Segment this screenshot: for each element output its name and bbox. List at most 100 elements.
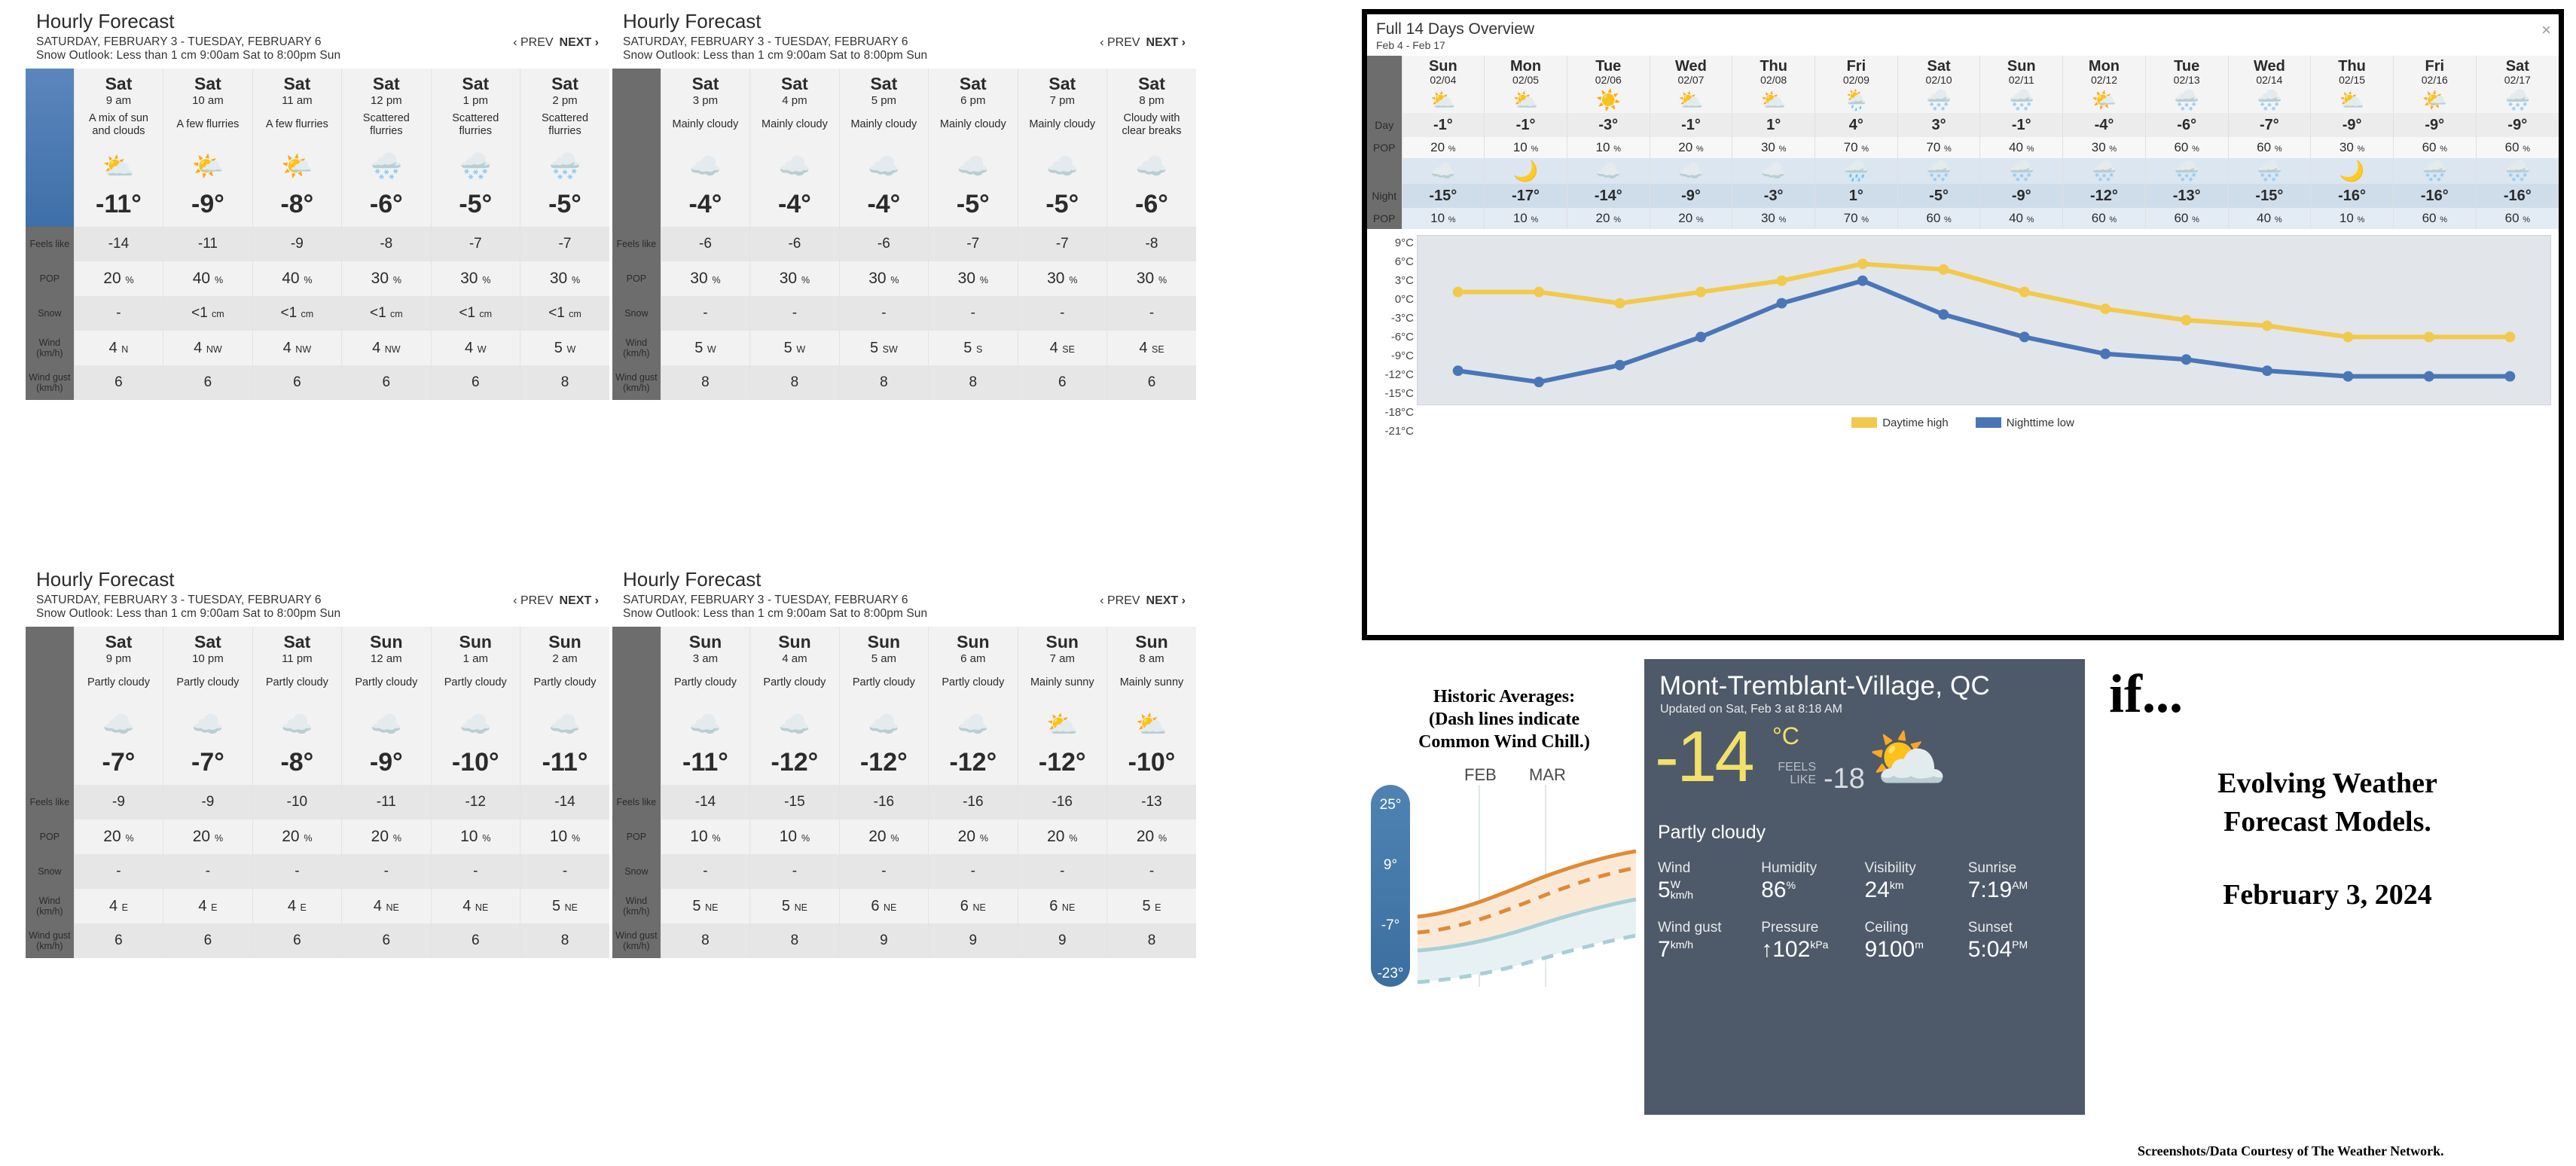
- stat-value: 7:19AM: [1967, 878, 2028, 902]
- hour-column-head[interactable]: Sat 10 pm: [163, 626, 253, 666]
- hour-wind-gust: 9: [838, 923, 929, 959]
- prev-button[interactable]: ‹ PREV: [513, 36, 553, 49]
- hour-pop: 30 %: [838, 261, 929, 297]
- chart-point: [1776, 275, 1787, 286]
- hour-column-head[interactable]: Sat 9 am: [73, 68, 163, 108]
- overview-low: -9°: [1649, 184, 1732, 208]
- hour-column-head[interactable]: Sat 11 pm: [252, 626, 342, 666]
- hour-column-head[interactable]: Sun 12 am: [341, 626, 432, 666]
- hour-snow: -: [749, 296, 840, 331]
- hour-wind-gust: 6: [73, 923, 163, 959]
- hour-temperature: -8°: [252, 748, 342, 786]
- overview-day-name[interactable]: Thu: [1732, 56, 1815, 74]
- overview-day-name[interactable]: Tue: [2144, 56, 2229, 74]
- hour-column-head[interactable]: Sun 8 am: [1106, 626, 1196, 666]
- chart-point: [1776, 298, 1787, 309]
- overview-day-name[interactable]: Wed: [1649, 56, 1732, 74]
- next-button[interactable]: NEXT ›: [1146, 36, 1186, 49]
- hourly-snow-outlook: Snow Outlook: Less than 1 cm 9:00am Sat …: [36, 48, 341, 62]
- hour-column-head[interactable]: Sun 5 am: [838, 626, 929, 666]
- overview-high: -9°: [2475, 113, 2559, 137]
- current-stats-grid: Wind 5W km/h Humidity 86% Visibility 24km Sunri…: [1644, 844, 2085, 963]
- hour-weather-icon: ☁️: [928, 701, 1018, 749]
- hour-column-head[interactable]: Sat 6 pm: [928, 68, 1018, 108]
- prev-button[interactable]: ‹ PREV: [1100, 36, 1140, 49]
- hour-column-head[interactable]: Sun 3 am: [660, 626, 750, 666]
- hour-day: Sun: [459, 631, 492, 652]
- hour-snow: -: [1106, 296, 1196, 331]
- overview-day-name[interactable]: Thu: [2310, 56, 2394, 74]
- hour-temperature: -10°: [1106, 748, 1196, 786]
- hourly-forecast-panel-3: Hourly Forecast SATURDAY, FEBRUARY 3 - TU…: [26, 561, 609, 959]
- hour-column-head[interactable]: Sat 11 am: [252, 68, 342, 108]
- hour-time: 12 pm: [370, 94, 402, 108]
- close-icon[interactable]: ×: [2541, 20, 2551, 40]
- overview-high: 3°: [1897, 113, 1980, 137]
- hour-column-head[interactable]: Sat 5 pm: [838, 68, 929, 108]
- hour-column-head[interactable]: Sun 7 am: [1017, 626, 1107, 666]
- hour-column-head[interactable]: Sat 1 pm: [430, 68, 520, 108]
- hour-column-head[interactable]: Sun 2 am: [520, 626, 609, 666]
- hour-weather-icon: ☁️: [430, 701, 520, 749]
- next-button[interactable]: NEXT ›: [560, 36, 599, 49]
- overview-day-name[interactable]: Sat: [1897, 56, 1980, 74]
- chart-point: [2262, 365, 2272, 377]
- prev-button[interactable]: ‹ PREV: [513, 594, 553, 607]
- hour-weather-icon: 🌤️: [252, 143, 342, 191]
- overview-day-name[interactable]: Sun: [1401, 56, 1485, 74]
- overview-low: -15°: [2227, 184, 2311, 208]
- overview-day-date: 02/13: [2144, 74, 2229, 87]
- overview-row-high: Day -1° -1° -3° -1° 1° 4° 3° -1° -4° -6° -7° -9° -9° -…: [1367, 113, 2559, 137]
- overview-day-icon: ☀️: [1566, 87, 1650, 113]
- next-button[interactable]: NEXT ›: [560, 594, 599, 607]
- hour-snow: -: [1017, 854, 1107, 890]
- hour-column-head[interactable]: Sat 8 pm: [1106, 68, 1196, 108]
- overview-day-name[interactable]: Sun: [1979, 56, 2063, 74]
- stat-value: ↑102kPa: [1761, 937, 1829, 962]
- hour-time: 12 am: [370, 652, 402, 666]
- hour-day: Sun: [370, 631, 403, 652]
- hour-day: Sat: [105, 631, 133, 652]
- hour-column-head[interactable]: Sun 6 am: [928, 626, 1018, 666]
- overview-day-name[interactable]: Sat: [2475, 56, 2559, 74]
- overview-day-name[interactable]: Wed: [2227, 56, 2311, 74]
- hour-column-head[interactable]: Sat 12 pm: [341, 68, 432, 108]
- hour-time: 10 am: [192, 94, 224, 108]
- hour-column-head[interactable]: Sun 4 am: [749, 626, 840, 666]
- hourly-subtitle: SATURDAY, FEBRUARY 3 - TUESDAY, FEBRUARY…: [36, 35, 322, 48]
- overview-day-name[interactable]: Fri: [2392, 56, 2477, 74]
- hour-column-head[interactable]: Sun 1 am: [430, 626, 520, 666]
- historic-averages-panel: Historic Averages: (Dash lines indicate Co…: [1365, 685, 1644, 1107]
- overview-day-name[interactable]: Mon: [2062, 56, 2146, 74]
- hour-temperature: -4°: [749, 190, 840, 227]
- hour-column-head[interactable]: Sat 2 pm: [520, 68, 609, 108]
- hour-day: Sat: [870, 73, 898, 93]
- chart-point: [1534, 377, 1545, 388]
- overview-day-name[interactable]: Tue: [1566, 56, 1650, 74]
- next-button[interactable]: NEXT ›: [1146, 594, 1186, 607]
- hour-column-head[interactable]: Sat 7 pm: [1017, 68, 1107, 108]
- chart-legend: Daytime high Nighttime low: [1367, 417, 2559, 429]
- overview-day-name[interactable]: Mon: [1484, 56, 1567, 74]
- hour-time: 11 pm: [282, 652, 313, 666]
- historic-chart: FEB MAR 25° 9° -7° -23°: [1365, 764, 1644, 990]
- table-row-condition: Mainly cloudy Mainly cloudy Mainly cloudy M…: [612, 107, 1196, 144]
- hour-column-head[interactable]: Sat 3 pm: [660, 68, 750, 108]
- hour-column-head[interactable]: Sat 4 pm: [749, 68, 840, 108]
- hour-condition: Scattered flurries: [341, 107, 432, 144]
- table-row-wind: Wind (km/h) 4 E4 E4 E4 NE 4 NE 5 NE: [26, 889, 609, 924]
- hour-temperature: -6°: [341, 190, 432, 227]
- hour-column-head[interactable]: Sat 10 am: [163, 68, 253, 108]
- overview-day-name[interactable]: Fri: [1814, 56, 1898, 74]
- row-label-wind: Wind (km/h): [612, 331, 661, 366]
- table-row-temperature: -11° -12° -12° -12° -12° -10°: [612, 748, 1196, 786]
- stat-value: 86%: [1761, 878, 1796, 902]
- hour-feels-like: -14: [73, 227, 163, 262]
- prev-button[interactable]: ‹ PREV: [1100, 594, 1140, 607]
- hour-feels-like: -12: [430, 785, 520, 820]
- table-row-wind: Wind (km/h) 4 N4 NW 4 NW 4 NW 4 W5 W: [26, 331, 609, 366]
- hour-column-head[interactable]: Sat 9 pm: [73, 626, 163, 666]
- annotation-line-1: Evolving Weather: [2217, 768, 2437, 799]
- chart-point: [2181, 315, 2192, 325]
- chart-y-tick: -15°C: [1384, 387, 1414, 400]
